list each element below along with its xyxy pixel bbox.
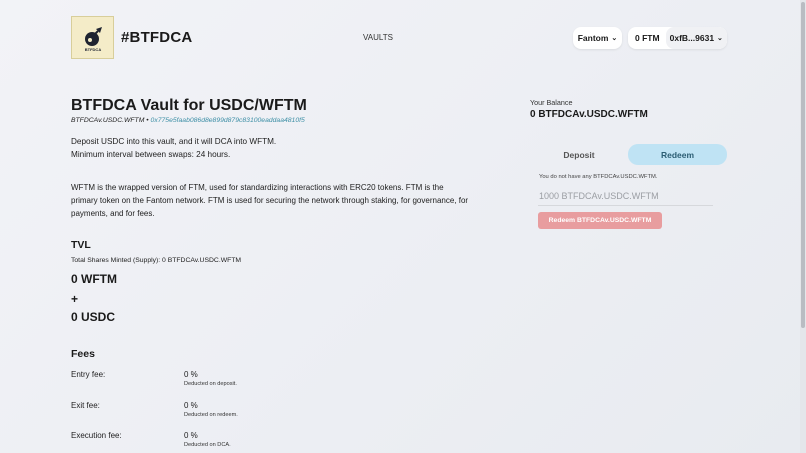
exit-fee-label: Exit fee: [71,401,100,410]
wallet-address[interactable]: 0xfB...9631 ⌄ [665,27,727,49]
tvl-wftm-amount: 0 WFTM [71,272,117,286]
execution-fee-note: Deducted on DCA. [184,442,231,448]
separator: • [146,117,149,124]
entry-fee-value: 0 % [184,370,198,379]
execution-fee-label: Execution fee: [71,431,122,440]
plus-sign: + [71,292,79,306]
chevron-down-icon: ⌄ [611,35,618,42]
exit-fee-value: 0 % [184,401,198,410]
page-title: BTFDCA Vault for USDC/WFTM [71,97,307,114]
description-line-2: Minimum interval between swaps: 24 hours… [71,150,231,159]
redeem-amount-input[interactable] [538,186,713,206]
tvl-heading: TVL [71,239,91,251]
entry-fee-note: Deducted on deposit. [184,381,237,387]
contract-address-link[interactable]: 0x775e5faab086d8e899d879c83100eaddaa4810… [151,117,305,124]
tab-redeem[interactable]: Redeem [628,144,727,165]
scrollbar-thumb[interactable] [801,2,805,328]
description-line-1: Deposit USDC into this vault, and it wil… [71,137,277,146]
entry-fee-label: Entry fee: [71,370,106,379]
wallet-button[interactable]: 0 FTM 0xfB...9631 ⌄ [628,27,727,49]
vault-description: Deposit USDC into this vault, and it wil… [71,135,276,161]
network-label: Fantom [577,33,609,43]
scrollbar[interactable] [800,0,806,453]
total-supply: Total Shares Minted (Supply): 0 BTFDCAv.… [71,257,242,264]
tvl-usdc-amount: 0 USDC [71,310,116,324]
tab-deposit[interactable]: Deposit [530,144,628,165]
chevron-down-icon: ⌄ [717,35,723,42]
brand-logo[interactable]: BTFDCA [71,16,114,59]
no-balance-notice: You do not have any BTFDCAv.USDC.WFTM. [539,174,658,180]
balance-label: Your Balance [530,98,573,107]
network-selector-button[interactable]: Fantom ⌄ [573,27,622,49]
nav-vaults-link[interactable]: VAULTS [363,33,393,42]
brand-name[interactable]: #BTFDCA [121,29,192,46]
exit-fee-note: Deducted on redeem. [184,412,238,418]
wallet-address-text: 0xfB...9631 [669,33,715,43]
token-symbol: BTFDCAv.USDC.WFTM [71,117,145,124]
satellite-icon: BTFDCA [84,26,102,52]
wallet-balance: 0 FTM [635,33,660,43]
redeem-button[interactable]: Redeem BTFDCAv.USDC.WFTM [538,212,662,229]
token-info-paragraph: WFTM is the wrapped version of FTM, used… [71,183,469,218]
vault-subtitle: BTFDCAv.USDC.WFTM • 0x775e5faab086d8e899… [71,117,305,124]
balance-value: 0 BTFDCAv.USDC.WFTM [530,109,648,120]
logo-text: BTFDCA [84,47,101,52]
execution-fee-value: 0 % [184,431,198,440]
fees-heading: Fees [71,348,95,360]
